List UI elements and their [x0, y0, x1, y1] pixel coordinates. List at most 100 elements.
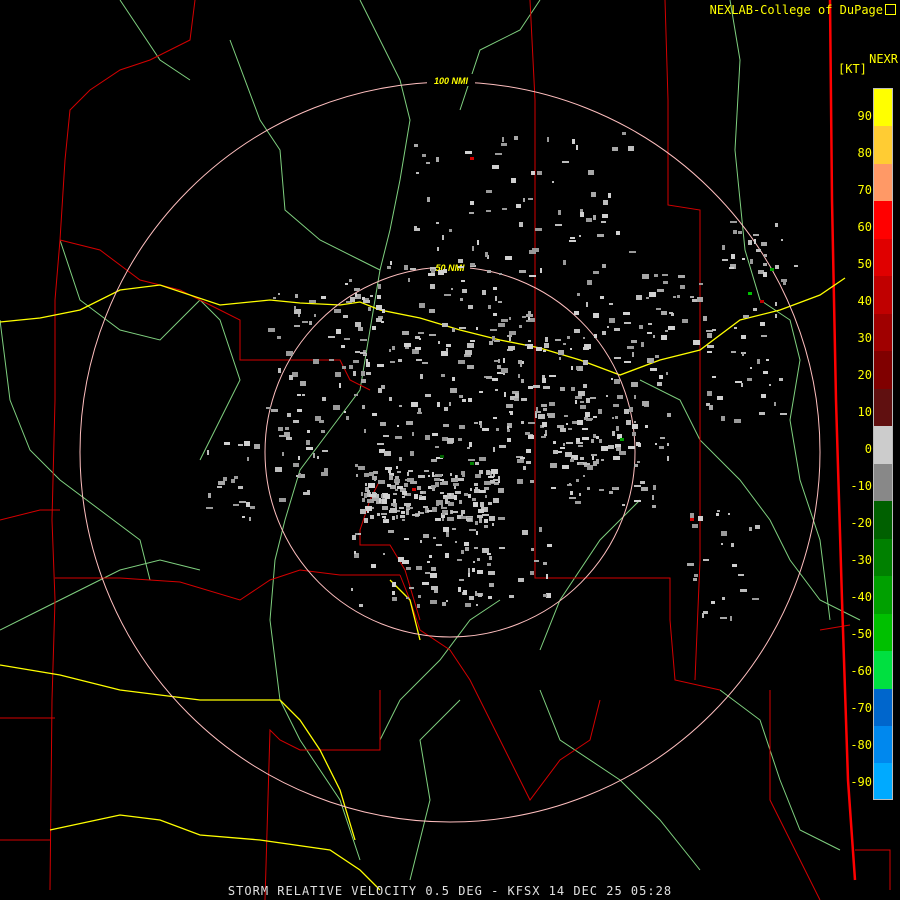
radar-return-pixel — [509, 317, 511, 320]
radar-return-pixel — [770, 268, 774, 271]
radar-return-pixel — [407, 472, 409, 476]
radar-return-pixel — [459, 425, 465, 429]
radar-return-pixel — [514, 136, 518, 140]
radar-return-pixel — [353, 371, 356, 376]
radar-return-pixel — [459, 579, 464, 581]
radar-return-pixel — [661, 311, 667, 315]
radar-return-pixel — [451, 288, 453, 290]
radar-return-pixel — [317, 456, 319, 459]
legend-color-step — [874, 763, 892, 799]
radar-return-pixel — [613, 404, 619, 407]
radar-return-pixel — [482, 514, 489, 516]
radar-return-pixel — [437, 247, 439, 251]
radar-return-pixel — [548, 413, 555, 418]
radar-return-pixel — [545, 337, 548, 342]
radar-return-pixel — [756, 249, 761, 252]
radar-return-pixel — [416, 359, 422, 361]
radar-return-pixel — [422, 362, 428, 364]
radar-return-pixel — [392, 591, 395, 595]
radar-return-pixel — [354, 394, 358, 396]
radar-return-pixel — [484, 519, 488, 523]
radar-return-pixel — [404, 483, 408, 487]
radar-return-pixel — [458, 478, 464, 481]
radar-return-pixel — [580, 401, 584, 403]
radar-return-pixel — [445, 553, 449, 558]
radar-return-pixel — [460, 298, 463, 301]
radar-return-pixel — [722, 259, 728, 261]
radar-return-pixel — [378, 284, 381, 289]
radar-return-pixel — [525, 344, 528, 346]
radar-return-pixel — [569, 240, 576, 242]
radar-return-pixel — [384, 451, 391, 456]
radar-return-pixel — [655, 355, 659, 358]
radar-return-pixel — [570, 348, 572, 350]
radar-return-pixel — [372, 476, 377, 480]
radar-return-pixel — [416, 172, 419, 174]
radar-return-pixel — [319, 420, 324, 423]
radar-return-pixel — [574, 329, 580, 333]
radar-return-pixel — [395, 506, 397, 508]
radar-return-pixel — [707, 351, 712, 353]
radar-return-pixel — [566, 423, 568, 425]
radar-return-pixel — [492, 378, 498, 381]
radar-return-pixel — [585, 412, 590, 417]
radar-return-pixel — [677, 295, 680, 298]
radar-return-pixel — [552, 181, 554, 183]
radar-return-pixel — [583, 475, 585, 477]
radar-return-pixel — [495, 153, 502, 155]
radar-return-pixel — [742, 352, 744, 356]
radar-return-pixel — [682, 319, 688, 323]
radar-return-pixel — [389, 475, 393, 480]
radar-return-pixel — [478, 509, 484, 513]
radar-return-pixel — [543, 386, 550, 389]
radar-return-pixel — [492, 523, 494, 526]
legend-color-step — [874, 126, 892, 164]
radar-return-pixel — [425, 394, 431, 397]
radar-return-pixel — [596, 436, 599, 439]
radar-return-pixel — [390, 261, 392, 265]
radar-return-pixel — [459, 395, 462, 398]
radar-return-pixel — [489, 583, 494, 587]
radar-return-pixel — [432, 488, 435, 491]
radar-return-pixel — [728, 513, 730, 515]
radar-return-pixel — [680, 285, 685, 289]
radar-return-pixel — [400, 515, 405, 518]
radar-return-pixel — [493, 447, 495, 452]
radar-return-pixel — [364, 473, 369, 477]
radar-return-pixel — [446, 344, 451, 347]
radar-return-pixel — [405, 479, 410, 481]
radar-return-pixel — [730, 616, 732, 621]
radar-return-pixel — [507, 335, 512, 337]
radar-return-pixel — [458, 587, 461, 592]
logo-icon — [885, 4, 896, 15]
radar-return-pixel — [271, 409, 278, 412]
legend-tick-label: 70 — [857, 183, 872, 197]
radar-return-pixel — [775, 314, 777, 318]
radar-return-pixel — [522, 361, 524, 364]
legend-color-step — [874, 388, 892, 427]
radar-return-pixel — [424, 470, 429, 472]
radar-return-pixel — [665, 330, 668, 332]
radar-return-pixel — [612, 147, 618, 151]
radar-return-pixel — [350, 297, 355, 302]
radar-return-pixel — [781, 279, 787, 282]
legend-tick-label: -80 — [850, 738, 872, 752]
radar-return-pixel — [314, 314, 316, 317]
radar-return-pixel — [646, 297, 649, 299]
radar-return-pixel — [450, 388, 457, 393]
radar-return-pixel — [593, 416, 597, 418]
radar-return-pixel — [446, 600, 448, 602]
radar-return-pixel — [720, 617, 727, 619]
radar-return-pixel — [313, 453, 315, 458]
radar-return-pixel — [454, 495, 457, 500]
radar-return-pixel — [448, 502, 454, 506]
radar-return-pixel — [475, 487, 478, 491]
radar-return-pixel — [634, 500, 641, 502]
radar-return-pixel — [395, 436, 402, 439]
radar-return-pixel — [576, 366, 579, 370]
radar-return-pixel — [382, 499, 387, 504]
radar-return-pixel — [410, 481, 417, 484]
radar-return-pixel — [414, 226, 417, 228]
radar-return-pixel — [611, 378, 613, 380]
radar-return-pixel — [541, 436, 546, 438]
